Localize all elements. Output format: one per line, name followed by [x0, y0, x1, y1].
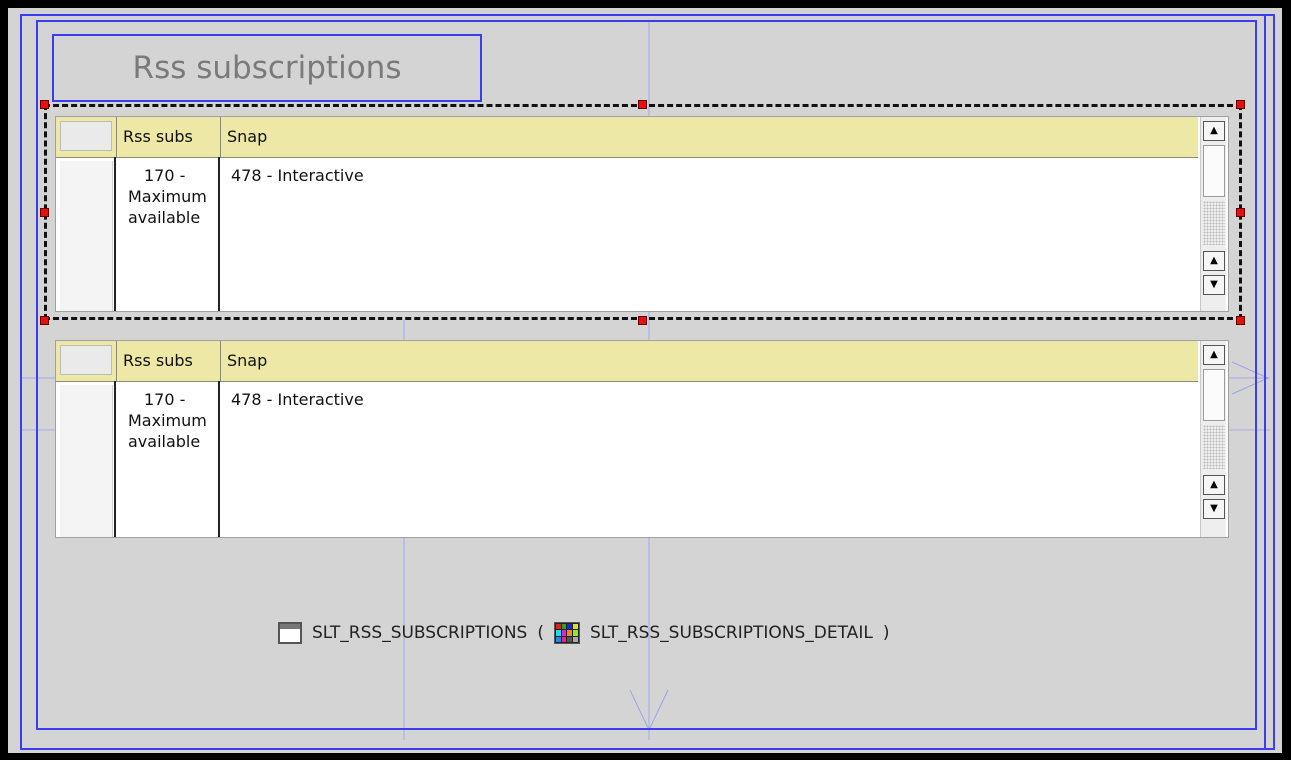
data-source-label: SLT_RSS_SUBSCRIPTIONS ( SLT_RSS_SUBSCRIP…	[278, 619, 889, 647]
cell-rss-subs[interactable]: 170 - Maximum available	[128, 389, 220, 452]
resize-handle[interactable]	[40, 100, 49, 109]
table-name: SLT_RSS_SUBSCRIPTIONS	[312, 623, 528, 643]
form-title: Rss subscriptions	[132, 50, 402, 86]
subscriptions-detail-grid[interactable]: Rss subs Snap 170 - Maximum available 47…	[55, 340, 1229, 538]
scroll-thumb[interactable]	[1203, 369, 1225, 421]
cell-line: Maximum	[128, 411, 207, 430]
scroll-up-arrow-icon[interactable]: ▲	[1203, 475, 1225, 495]
column-header-rss-subs[interactable]: Rss subs	[116, 341, 220, 381]
grid-detail-icon	[553, 622, 580, 644]
column-header-snap[interactable]: Snap	[220, 341, 1198, 381]
resize-handle[interactable]	[1236, 208, 1245, 217]
vertical-scrollbar[interactable]: ▲ ▲ ▼	[1200, 341, 1226, 537]
right-frame-edge	[1264, 14, 1272, 750]
resize-handle[interactable]	[40, 316, 49, 325]
resize-handle[interactable]	[1236, 100, 1245, 109]
cell-snap[interactable]: 478 - Interactive	[231, 389, 364, 410]
open-paren: (	[537, 623, 544, 643]
grid-header: Rss subs Snap	[56, 341, 1198, 382]
resize-handle[interactable]	[1236, 316, 1245, 325]
scroll-up-arrow-icon[interactable]: ▲	[1203, 345, 1225, 365]
column-separator	[114, 381, 116, 537]
cell-line: 170 -	[144, 390, 186, 409]
detail-name: SLT_RSS_SUBSCRIPTIONS_DETAIL	[589, 623, 873, 643]
cell-line: available	[128, 432, 201, 451]
resize-handle[interactable]	[40, 208, 49, 217]
scroll-track[interactable]	[1203, 425, 1225, 469]
designer-canvas: Rss subscriptions Rss subs Snap 170 - Ma…	[0, 0, 1291, 760]
resize-handle[interactable]	[638, 316, 647, 325]
row-header-corner[interactable]	[60, 345, 112, 375]
form-title-box[interactable]: Rss subscriptions	[52, 34, 482, 102]
selection-outline	[44, 104, 1242, 320]
resize-handle[interactable]	[638, 100, 647, 109]
scroll-down-arrow-icon[interactable]: ▼	[1203, 499, 1225, 519]
row-selector[interactable]	[60, 385, 113, 537]
table-icon	[278, 622, 302, 644]
close-paren: )	[882, 623, 890, 643]
